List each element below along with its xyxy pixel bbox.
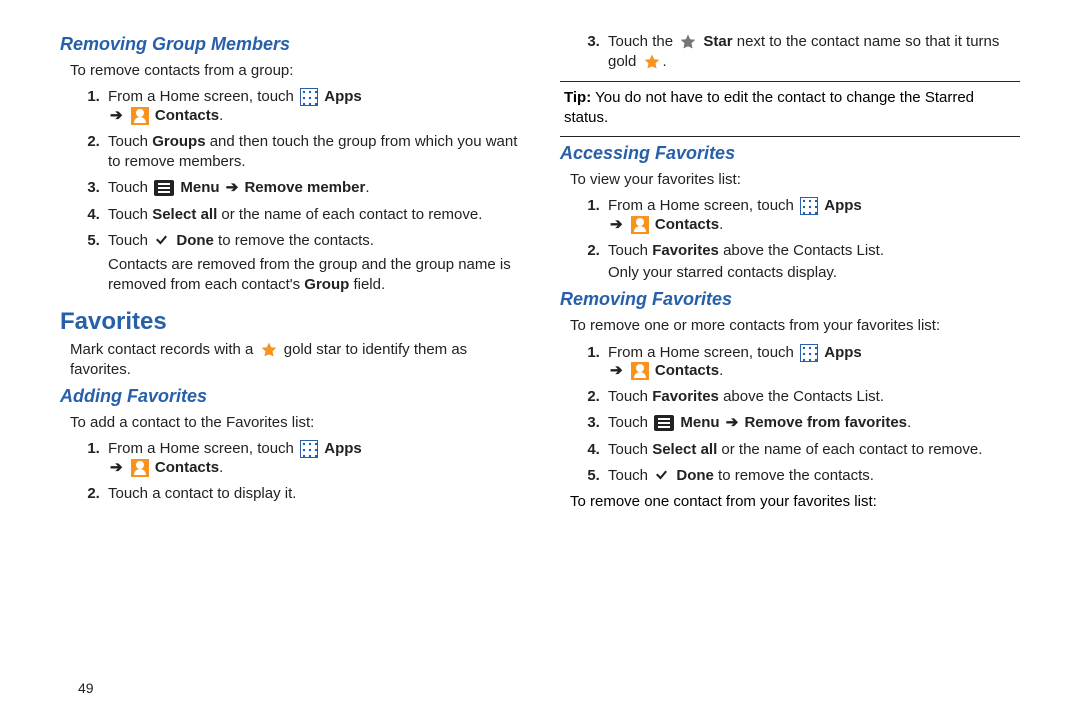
intro-text: To add a contact to the Favorites list: (70, 413, 520, 433)
step: Touch the Star next to the contact name … (604, 32, 1020, 73)
step: Touch Groups and then touch the group fr… (104, 132, 520, 173)
heading-favorites: Favorites (60, 308, 520, 336)
step: Touch Favorites above the Contacts List. (604, 387, 1020, 407)
divider (560, 136, 1020, 137)
check-icon (654, 468, 670, 484)
apps-icon (800, 344, 818, 362)
heading-adding-favorites: Adding Favorites (60, 386, 520, 407)
apps-icon (300, 440, 318, 458)
divider (560, 81, 1020, 82)
menu-icon (654, 415, 674, 431)
intro-text: To remove contacts from a group: (70, 61, 520, 81)
page-number: 49 (78, 680, 94, 696)
arrow-icon: ➔ (110, 107, 123, 124)
accessing-favorites-steps: From a Home screen, touch Apps ➔ Contact… (586, 196, 1020, 283)
apps-icon (300, 88, 318, 106)
check-icon (154, 233, 170, 249)
arrow-icon: ➔ (610, 216, 623, 233)
manual-page: Removing Group Members To remove contact… (0, 0, 1080, 720)
removing-single-intro: To remove one contact from your favorite… (570, 492, 1020, 512)
step: Touch Done to remove the contacts. (604, 466, 1020, 486)
arrow-icon: ➔ (726, 414, 739, 431)
step: Touch Menu ➔ Remove from favorites. (604, 413, 1020, 433)
step: Touch a contact to display it. (104, 484, 520, 504)
heading-removing-favorites: Removing Favorites (560, 289, 1020, 310)
step: From a Home screen, touch Apps ➔ Contact… (604, 343, 1020, 382)
contacts-icon (631, 362, 649, 380)
adding-favorites-steps: From a Home screen, touch Apps ➔ Contact… (86, 439, 520, 504)
menu-icon (154, 180, 174, 196)
step: From a Home screen, touch Apps ➔ Contact… (104, 439, 520, 478)
intro-text: To remove one or more contacts from your… (570, 316, 1020, 336)
step: From a Home screen, touch Apps ➔ Contact… (104, 87, 520, 126)
heading-removing-group-members: Removing Group Members (60, 34, 520, 55)
right-column: Touch the Star next to the contact name … (560, 30, 1020, 700)
step: Touch Select all or the name of each con… (104, 205, 520, 225)
arrow-icon: ➔ (226, 179, 239, 196)
adding-favorites-steps-cont: Touch the Star next to the contact name … (586, 32, 1020, 73)
left-column: Removing Group Members To remove contact… (60, 30, 520, 700)
contacts-icon (131, 107, 149, 125)
apps-icon (800, 197, 818, 215)
favorites-intro: Mark contact records with a gold star to… (70, 340, 520, 381)
step: Touch Done to remove the contacts. Conta… (104, 231, 520, 296)
heading-accessing-favorites: Accessing Favorites (560, 143, 1020, 164)
step: Touch Favorites above the Contacts List.… (604, 241, 1020, 284)
star-icon-grey (679, 33, 697, 51)
step: Touch Select all or the name of each con… (604, 440, 1020, 460)
contacts-icon (631, 216, 649, 234)
step: From a Home screen, touch Apps ➔ Contact… (604, 196, 1020, 235)
star-icon-gold (260, 341, 278, 359)
removing-group-steps: From a Home screen, touch Apps ➔ Contact… (86, 87, 520, 295)
arrow-icon: ➔ (610, 362, 623, 379)
intro-text: To view your favorites list: (570, 170, 1020, 190)
star-icon-gold (643, 53, 661, 71)
removing-favorites-steps: From a Home screen, touch Apps ➔ Contact… (586, 343, 1020, 487)
tip-block: Tip: You do not have to edit the contact… (564, 88, 1020, 129)
arrow-icon: ➔ (110, 459, 123, 476)
step: Touch Menu ➔ Remove member. (104, 178, 520, 198)
contacts-icon (131, 459, 149, 477)
